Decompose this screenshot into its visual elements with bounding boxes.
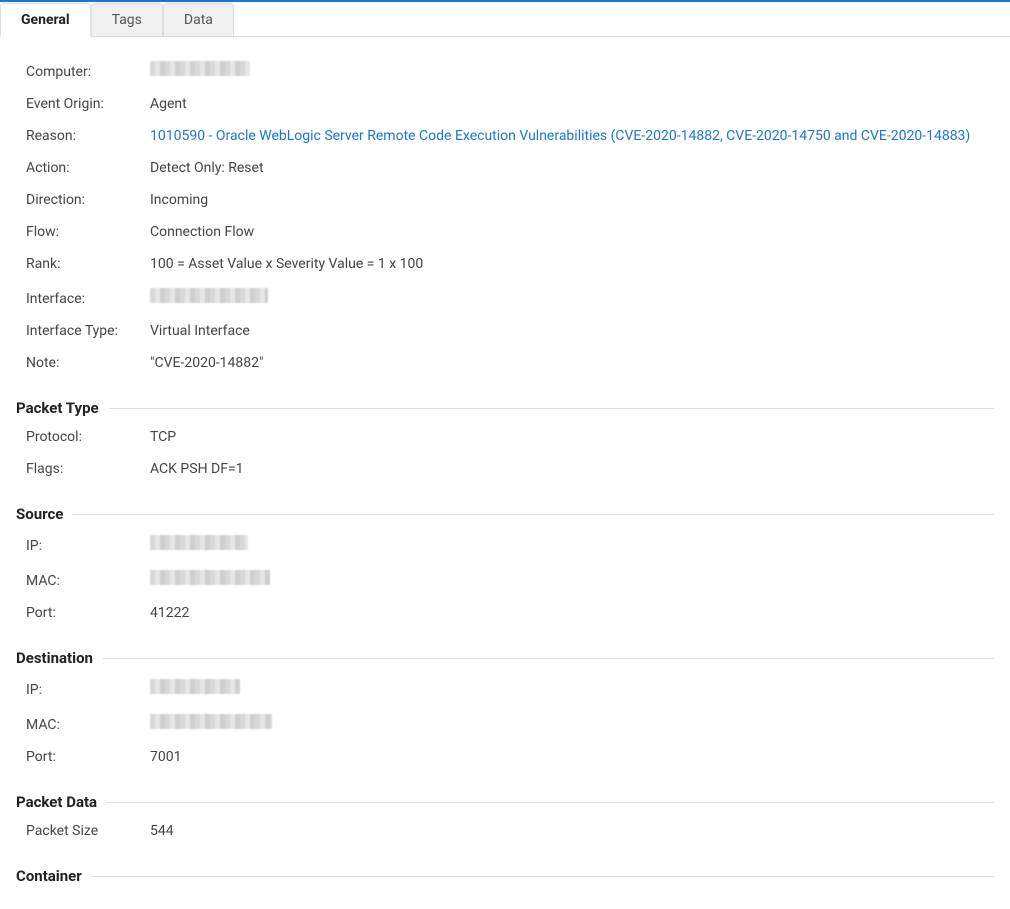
label-interface-type: Interface Type: [26,323,150,339]
tab-data[interactable]: Data [163,3,234,37]
label-note: Note: [26,355,150,371]
value-computer [150,61,250,80]
value-action: Detect Only: Reset [150,160,264,176]
row-source-ip: IP: [26,527,994,562]
section-destination-header: Destination [16,649,994,667]
label-dest-ip: IP: [26,682,150,698]
row-source-mac: MAC: [26,562,994,597]
section-packet-data-header: Packet Data [16,793,994,811]
row-rank: Rank: 100 = Asset Value x Severity Value… [26,248,994,280]
value-source-mac [150,570,270,589]
row-flow: Flow: Connection Flow [26,216,994,248]
value-packet-size: 544 [150,823,174,839]
row-event-origin: Event Origin: Agent [26,88,994,120]
value-dest-mac [150,714,272,733]
section-packet-type-header: Packet Type [16,399,994,417]
row-interface: Interface: [26,280,994,315]
row-dest-ip: IP: [26,671,994,706]
row-dest-mac: MAC: [26,706,994,741]
label-source-mac: MAC: [26,573,150,589]
value-direction: Incoming [150,192,208,208]
row-interface-type: Interface Type: Virtual Interface [26,315,994,347]
label-flags: Flags: [26,461,150,477]
divider [107,802,994,803]
row-source-port: Port: 41222 [26,597,994,629]
tab-tags[interactable]: Tags [91,3,163,37]
label-packet-size: Packet Size [26,823,150,839]
section-title-packet-data: Packet Data [16,793,107,811]
label-flow: Flow: [26,224,150,240]
section-source-header: Source [16,505,994,523]
divider [109,408,994,409]
label-direction: Direction: [26,192,150,208]
section-container-header: Container [16,867,994,885]
label-dest-port: Port: [26,749,150,765]
label-reason: Reason: [26,128,150,144]
value-source-port: 41222 [150,605,189,621]
label-protocol: Protocol: [26,429,150,445]
section-title-packet-type: Packet Type [16,399,109,417]
divider [92,876,994,877]
value-flow: Connection Flow [150,224,254,240]
label-action: Action: [26,160,150,176]
row-direction: Direction: Incoming [26,184,994,216]
value-flags: ACK PSH DF=1 [150,461,244,477]
value-event-origin: Agent [150,96,187,112]
divider [103,658,994,659]
label-rank: Rank: [26,256,150,272]
divider [73,514,994,515]
value-protocol: TCP [150,429,176,445]
tab-bar: General Tags Data [0,2,1010,37]
section-title-destination: Destination [16,649,103,667]
section-title-source: Source [16,505,73,523]
label-interface: Interface: [26,291,150,307]
label-dest-mac: MAC: [26,717,150,733]
row-flags: Flags: ACK PSH DF=1 [26,453,994,485]
row-note: Note: "CVE-2020-14882" [26,347,994,379]
label-computer: Computer: [26,64,150,80]
section-title-container: Container [16,867,92,885]
row-reason: Reason: 1010590 - Oracle WebLogic Server… [26,120,994,152]
value-interface [150,288,268,307]
label-source-port: Port: [26,605,150,621]
row-action: Action: Detect Only: Reset [26,152,994,184]
general-content: Computer: Event Origin: Agent Reason: 10… [0,37,1010,909]
label-source-ip: IP: [26,538,150,554]
tab-general[interactable]: General [0,3,91,37]
value-reason-link[interactable]: 1010590 - Oracle WebLogic Server Remote … [150,128,970,144]
value-dest-ip [150,679,240,698]
row-protocol: Protocol: TCP [26,421,994,453]
value-source-ip [150,535,248,554]
value-rank: 100 = Asset Value x Severity Value = 1 x… [150,256,423,272]
value-interface-type: Virtual Interface [150,323,250,339]
value-dest-port: 7001 [150,749,181,765]
label-event-origin: Event Origin: [26,96,150,112]
row-computer: Computer: [26,53,994,88]
row-packet-size: Packet Size 544 [26,815,994,847]
row-dest-port: Port: 7001 [26,741,994,773]
value-note: "CVE-2020-14882" [150,355,264,371]
